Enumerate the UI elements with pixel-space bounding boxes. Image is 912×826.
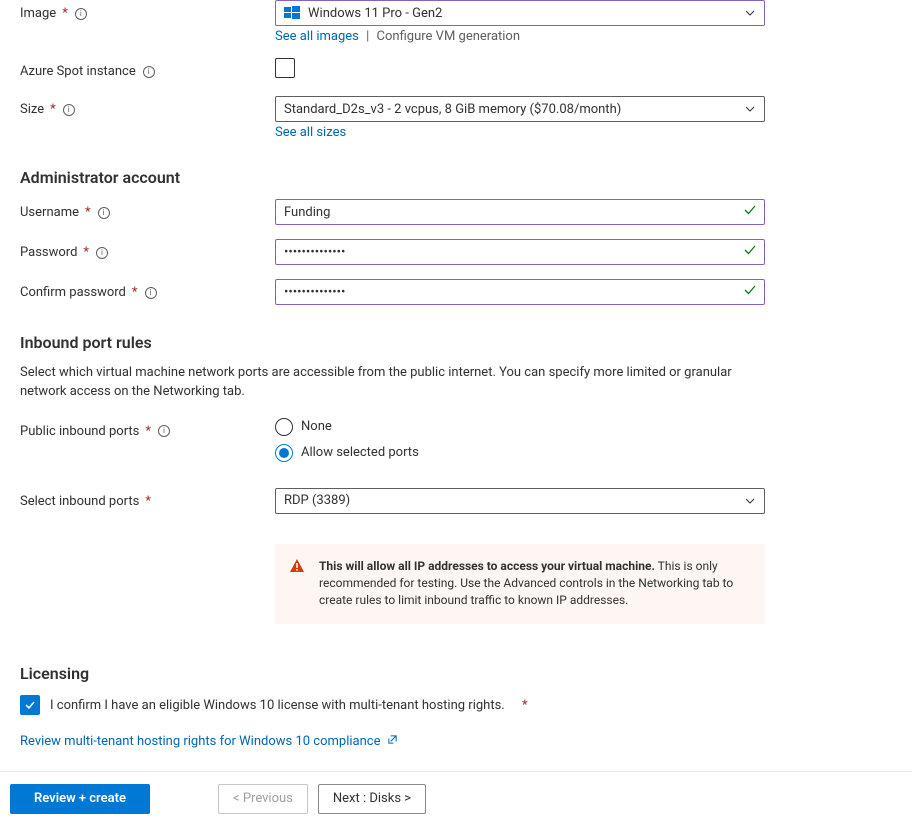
radio-icon-unselected <box>275 418 293 436</box>
warning-strong: This will allow all IP addresses to acce… <box>319 559 655 573</box>
size-select[interactable]: Standard_D2s_v3 - 2 vcpus, 8 GiB memory … <box>275 96 765 122</box>
info-icon[interactable]: i <box>96 247 108 259</box>
licensing-heading: Licensing <box>20 664 912 683</box>
radio-none[interactable]: None <box>275 418 765 436</box>
next-button[interactable]: Next : Disks > <box>318 784 426 814</box>
review-create-button[interactable]: Review + create <box>10 784 150 814</box>
radio-icon-selected <box>275 444 293 462</box>
info-icon[interactable]: i <box>98 207 110 219</box>
review-compliance-text: Review multi-tenant hosting rights for W… <box>20 734 380 749</box>
inbound-ports-select[interactable]: RDP (3389) <box>275 488 765 514</box>
pipe-separator: | <box>366 29 369 44</box>
password-input[interactable] <box>275 239 765 265</box>
size-value: Standard_D2s_v3 - 2 vcpus, 8 GiB memory … <box>284 102 621 117</box>
check-icon <box>743 203 757 221</box>
label-public-ports: Public inbound ports <box>20 424 139 439</box>
required-star: * <box>132 285 138 300</box>
label-spot: Azure Spot instance <box>20 64 136 79</box>
previous-button: < Previous <box>218 784 308 814</box>
inbound-ports-value: RDP (3389) <box>284 493 350 508</box>
warning-icon <box>289 558 305 579</box>
warning-box: This will allow all IP addresses to acce… <box>275 544 765 624</box>
info-icon[interactable]: i <box>75 8 87 20</box>
inbound-heading: Inbound port rules <box>20 333 912 352</box>
label-username: Username <box>20 205 79 220</box>
radio-allow[interactable]: Allow selected ports <box>275 444 765 462</box>
label-confirm-password: Confirm password <box>20 285 126 300</box>
required-star: * <box>522 698 528 713</box>
configure-vm-gen: Configure VM generation <box>377 29 520 44</box>
see-all-sizes-link[interactable]: See all sizes <box>275 125 346 140</box>
admin-heading: Administrator account <box>20 168 912 187</box>
radio-allow-label: Allow selected ports <box>301 445 419 460</box>
required-star: * <box>62 6 68 21</box>
wizard-footer: Review + create < Previous Next : Disks … <box>0 771 912 826</box>
info-icon[interactable]: i <box>158 425 170 437</box>
chevron-down-icon <box>744 7 756 19</box>
check-icon <box>743 243 757 261</box>
label-password: Password <box>20 245 77 260</box>
required-star: * <box>85 205 91 220</box>
review-compliance-link[interactable]: Review multi-tenant hosting rights for W… <box>20 734 398 749</box>
info-icon[interactable]: i <box>143 66 155 78</box>
label-select-ports: Select inbound ports <box>20 494 139 509</box>
info-icon[interactable]: i <box>63 104 75 116</box>
external-link-icon <box>387 734 398 749</box>
license-checkbox[interactable] <box>20 695 40 715</box>
username-input[interactable] <box>275 199 765 225</box>
label-image: Image <box>20 6 56 21</box>
license-text: I confirm I have an eligible Windows 10 … <box>50 698 505 713</box>
radio-none-label: None <box>301 419 332 434</box>
label-size: Size <box>20 102 44 117</box>
spot-checkbox[interactable] <box>275 58 295 78</box>
inbound-desc: Select which virtual machine network por… <box>20 364 740 402</box>
check-icon <box>743 283 757 301</box>
required-star: * <box>50 102 56 117</box>
windows-icon <box>284 6 300 20</box>
image-value: Windows 11 Pro - Gen2 <box>308 6 442 21</box>
chevron-down-icon <box>744 103 756 115</box>
chevron-down-icon <box>744 495 756 507</box>
image-select[interactable]: Windows 11 Pro - Gen2 <box>275 0 765 26</box>
required-star: * <box>145 424 151 439</box>
required-star: * <box>83 245 89 260</box>
info-icon[interactable]: i <box>145 287 157 299</box>
required-star: * <box>145 494 151 509</box>
confirm-password-input[interactable] <box>275 279 765 305</box>
see-all-images-link[interactable]: See all images <box>275 29 359 44</box>
